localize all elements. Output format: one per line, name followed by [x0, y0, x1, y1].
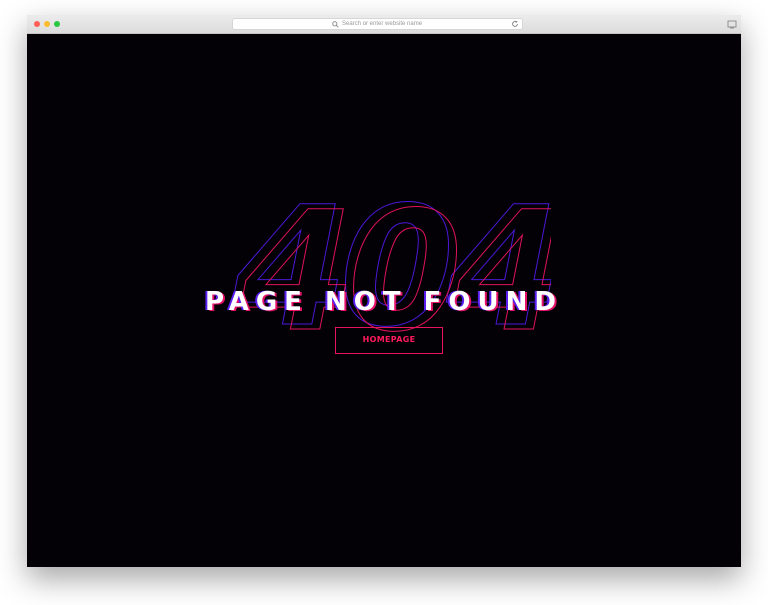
address-bar[interactable]: Search or enter website name — [232, 18, 523, 30]
page-content: 404 404 PAGE NOT FOUND HOMEPAGE — [27, 34, 741, 567]
zoom-window-button[interactable] — [54, 21, 60, 27]
homepage-button[interactable]: HOMEPAGE — [335, 327, 443, 354]
reload-icon[interactable] — [511, 20, 519, 28]
browser-window: Search or enter website name 404 404 PAG… — [27, 15, 741, 567]
close-window-button[interactable] — [34, 21, 40, 27]
address-placeholder: Search or enter website name — [342, 21, 423, 27]
tabs-overview-icon[interactable] — [727, 19, 737, 29]
search-icon — [332, 21, 339, 28]
browser-titlebar: Search or enter website name — [27, 15, 741, 34]
minimize-window-button[interactable] — [44, 21, 50, 27]
page-title: PAGE NOT FOUND — [205, 287, 563, 317]
